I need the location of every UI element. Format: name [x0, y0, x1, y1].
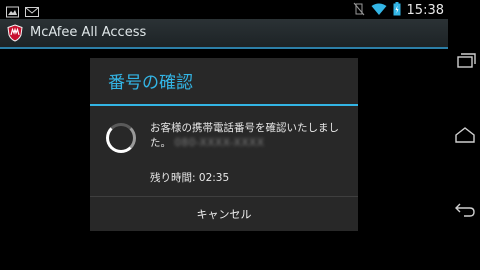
remaining-time-label: 残り時間:: [150, 172, 196, 184]
remaining-time: 残り時間: 02:35: [150, 170, 229, 185]
dialog-message: お客様の携帯電話番号を確認いたしました。 080-XXXX-XXXX: [150, 121, 350, 151]
wifi-icon: [371, 1, 387, 20]
battery-icon: [393, 1, 401, 20]
obscured-phone-number: 080-XXXX-XXXX: [174, 137, 265, 149]
remaining-time-value: 02:35: [198, 172, 230, 184]
action-bar: McAfee All Access: [0, 19, 448, 49]
status-bar: 15:38: [0, 0, 448, 19]
cancel-button[interactable]: キャンセル: [90, 197, 358, 231]
mcafee-shield-icon[interactable]: [6, 24, 24, 42]
recent-apps-icon[interactable]: [454, 52, 476, 70]
progress-spinner-icon: [106, 123, 136, 153]
confirm-number-dialog: 番号の確認 お客様の携帯電話番号を確認いたしました。 080-XXXX-XXXX…: [90, 58, 358, 231]
status-clock: 15:38: [406, 3, 444, 18]
vibrate-mute-icon: [353, 1, 365, 20]
dialog-title-divider: [90, 104, 358, 106]
dialog-title: 番号の確認: [108, 73, 193, 93]
home-icon[interactable]: [454, 126, 476, 144]
back-icon[interactable]: [454, 200, 476, 218]
app-title: McAfee All Access: [30, 25, 147, 40]
navigation-bar: [448, 0, 480, 270]
